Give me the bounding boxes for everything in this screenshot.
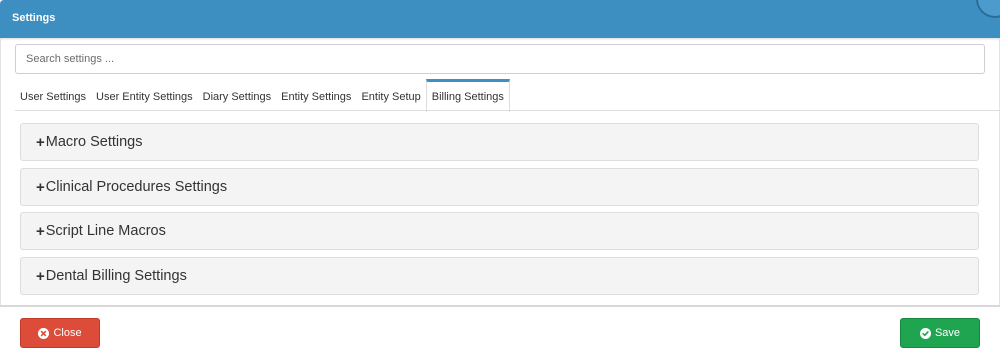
close-button-label: Close [53, 327, 82, 339]
tab-billing-settings[interactable]: Billing Settings [425, 79, 510, 112]
expand-plus-icon: + [36, 267, 45, 285]
section-macro-settings[interactable]: + Macro Settings [20, 123, 979, 161]
section-dental-billing-settings[interactable]: + Dental Billing Settings [20, 257, 979, 295]
section-clinical-procedures-settings[interactable]: + Clinical Procedures Settings [20, 168, 979, 206]
left-border [0, 38, 1, 306]
tab-entity-setup[interactable]: Entity Setup [356, 79, 425, 111]
section-script-line-macros[interactable]: + Script Line Macros [20, 212, 979, 250]
section-label: Script Line Macros [45, 223, 166, 239]
tab-divider [15, 110, 1000, 111]
search-input[interactable] [15, 44, 985, 74]
footer-divider [0, 305, 1000, 307]
section-label: Dental Billing Settings [45, 268, 187, 284]
tab-entity-settings[interactable]: Entity Settings [276, 79, 356, 111]
expand-plus-icon: + [36, 133, 45, 151]
save-button[interactable]: Save [900, 318, 980, 348]
tab-diary-settings[interactable]: Diary Settings [198, 79, 276, 111]
check-circle-icon [919, 327, 931, 339]
window-header: Settings [0, 0, 1000, 38]
save-button-label: Save [934, 327, 961, 339]
tab-user-entity-settings[interactable]: User Entity Settings [91, 79, 198, 111]
close-button[interactable]: Close [20, 318, 100, 348]
expand-plus-icon: + [36, 222, 45, 240]
section-label: Clinical Procedures Settings [45, 179, 228, 195]
section-label: Macro Settings [45, 134, 143, 150]
expand-plus-icon: + [36, 178, 45, 196]
tab-user-settings[interactable]: User Settings [15, 79, 91, 111]
close-circle-icon [38, 327, 50, 339]
settings-tabs: User Settings User Entity Settings Diary… [15, 79, 510, 112]
window-corner-control[interactable] [976, 0, 1000, 18]
window-title: Settings [12, 12, 56, 24]
